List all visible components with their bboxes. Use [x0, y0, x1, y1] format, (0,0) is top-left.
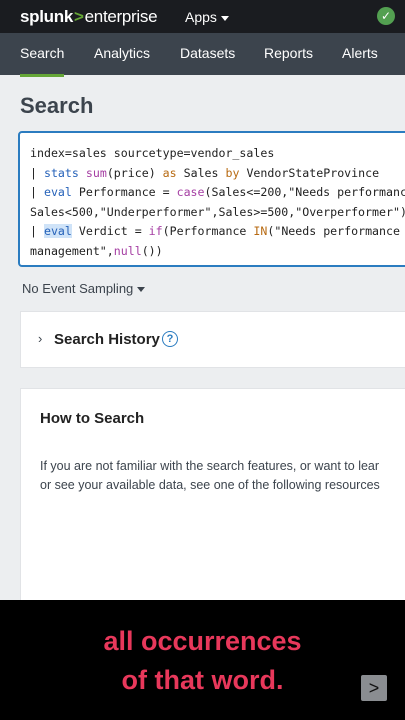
search-query-line[interactable]: | eval Performance = case(Sales<=200,"Ne… — [30, 185, 405, 199]
tab-analytics[interactable]: Analytics — [94, 45, 150, 61]
page-title: Search — [20, 93, 94, 118]
caption-line-1: all occurrences — [103, 626, 302, 656]
search-history-title[interactable]: Search History — [54, 331, 160, 348]
search-query-text[interactable]: index=sales sourcetype=vendor_sales | st… — [30, 144, 405, 261]
search-query-line[interactable]: Sales<500,"Underperformer",Sales>=500,"O… — [30, 205, 405, 219]
logo-gt: > — [74, 7, 84, 26]
search-query-line[interactable]: management",null()) — [30, 244, 163, 258]
caption-line-2: of that word. — [121, 665, 284, 695]
tab-datasets[interactable]: Datasets — [180, 45, 235, 61]
search-query-line[interactable]: | eval Verdict = if(Performance IN("Need… — [30, 224, 405, 238]
help-icon[interactable]: ? — [162, 331, 178, 347]
event-sampling-dropdown[interactable]: No Event Sampling — [22, 281, 146, 296]
caption-overlay: all occurrences of that word. > — [0, 600, 405, 720]
caption-text: all occurrences of that word. — [0, 622, 405, 700]
app-nav: Search Analytics Datasets Reports Alerts — [0, 33, 405, 77]
apps-label: Apps — [185, 9, 217, 25]
caret-down-icon — [220, 15, 229, 21]
tab-alerts[interactable]: Alerts — [342, 45, 378, 61]
chevron-right-icon[interactable]: › — [38, 331, 42, 346]
caret-down-icon — [137, 287, 146, 293]
status-ok-icon[interactable]: ✓ — [377, 7, 395, 25]
search-history-panel[interactable]: › Search History ? — [20, 311, 405, 368]
search-input[interactable]: index=sales sourcetype=vendor_sales | st… — [18, 131, 405, 267]
next-button[interactable]: > — [361, 675, 387, 701]
logo-product: enterprise — [84, 7, 158, 26]
tab-reports[interactable]: Reports — [264, 45, 313, 61]
howto-line-2: or see your available data, see one of t… — [40, 478, 380, 492]
splunk-logo[interactable]: splunk>enterprise — [20, 7, 158, 27]
how-to-search-panel: How to Search If you are not familiar wi… — [20, 388, 405, 618]
event-sampling-label: No Event Sampling — [22, 281, 134, 296]
search-query-line[interactable]: | stats sum(price) as Sales by VendorSta… — [30, 166, 379, 180]
how-to-search-text: If you are not familiar with the search … — [40, 457, 380, 495]
tab-search[interactable]: Search — [20, 45, 65, 77]
apps-menu[interactable]: Apps — [185, 9, 229, 25]
how-to-search-title: How to Search — [40, 410, 145, 427]
howto-line-1: If you are not familiar with the search … — [40, 459, 380, 473]
top-bar: splunk>enterprise Apps ✓ — [0, 0, 405, 33]
logo-main: splunk — [20, 7, 73, 26]
search-query-line[interactable]: index=sales sourcetype=vendor_sales — [30, 146, 274, 160]
